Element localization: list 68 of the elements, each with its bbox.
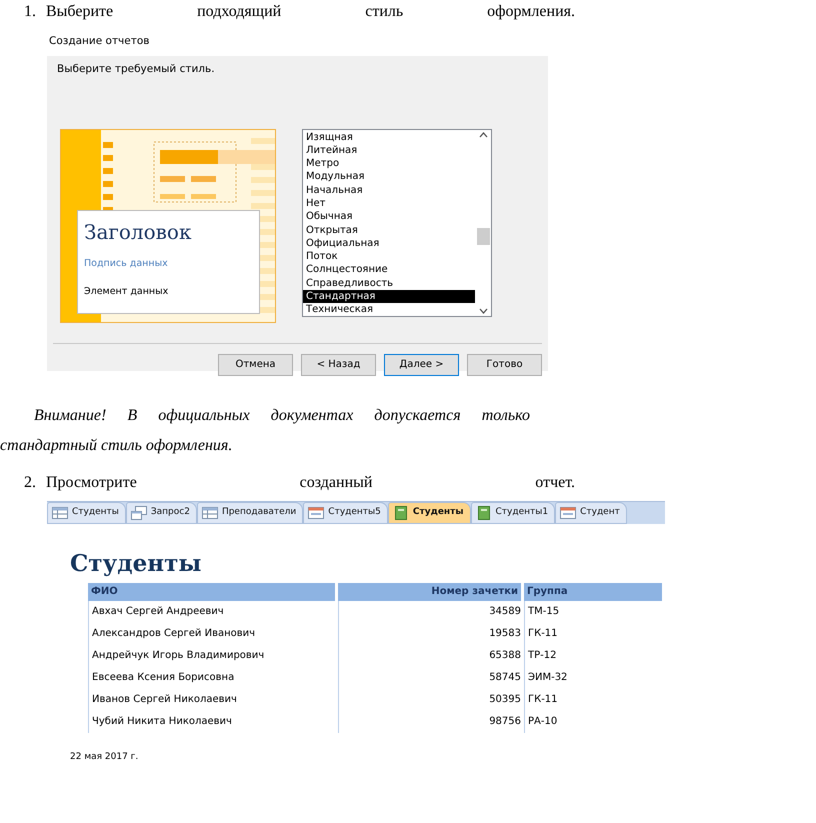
table-cell: 58745 xyxy=(338,666,524,689)
table-cell: 34589 xyxy=(338,600,524,623)
style-option[interactable]: Техническая xyxy=(303,303,475,316)
document-tab[interactable]: Студенты5 xyxy=(303,502,388,524)
column-header: ФИО xyxy=(88,582,338,601)
dialog-button[interactable]: < Назад xyxy=(301,354,376,376)
column-header: Группа xyxy=(524,582,665,601)
preview-data-item: Элемент данных xyxy=(84,284,170,299)
style-option[interactable]: Поток xyxy=(303,250,475,264)
warning-note: Внимание! В официальных документах допускается только стандартный стиль оформления. xyxy=(0,406,530,456)
style-option[interactable]: Нет xyxy=(303,196,475,210)
column-header: Номер зачетки xyxy=(338,582,524,601)
dialog-button[interactable]: Готово xyxy=(467,354,542,376)
table-cell: Александров Сергей Иванович xyxy=(88,622,338,645)
step-number: 1. xyxy=(24,2,37,22)
table-cell: Евсеева Ксения Борисовна xyxy=(88,666,338,689)
style-option[interactable]: Литейная xyxy=(303,144,475,158)
document-tab[interactable]: Преподаватели xyxy=(196,502,304,524)
table-icon xyxy=(202,506,218,520)
query-icon xyxy=(130,506,147,520)
table-cell: ЭИМ-32 xyxy=(524,666,665,689)
style-option[interactable]: Метро xyxy=(303,157,475,170)
report-title: Студенты xyxy=(70,550,202,578)
table-cell: Иванов Сергей Николаевич xyxy=(88,688,338,711)
style-option[interactable]: Модульная xyxy=(303,170,475,184)
scroll-thumb[interactable] xyxy=(476,228,490,244)
table-cell: Чубий Никита Николаевич xyxy=(88,710,338,733)
style-option[interactable]: Стандартная xyxy=(303,290,475,304)
scroll-down-icon[interactable] xyxy=(478,308,488,314)
dialog-title: Создание отчетов xyxy=(48,34,150,49)
table-cell: 65388 xyxy=(338,644,524,667)
form-icon xyxy=(308,506,324,520)
preview-caption: Подпись данных xyxy=(84,256,169,270)
scroll-up-icon[interactable] xyxy=(478,132,488,138)
step-number: 2. xyxy=(24,472,37,493)
style-option[interactable]: Официальная xyxy=(303,236,475,250)
preview-heading: Заголовок xyxy=(84,218,192,244)
document-tab[interactable]: Запрос2 xyxy=(126,502,197,524)
table-cell: ГК-11 xyxy=(524,622,665,645)
style-option[interactable]: Солнцестояние xyxy=(303,263,475,277)
table-cell: 50395 xyxy=(338,688,524,711)
form-icon xyxy=(560,506,576,520)
style-option[interactable]: Изящная xyxy=(303,130,475,144)
table-cell: ТМ-15 xyxy=(524,600,665,623)
table-cell: 19583 xyxy=(338,622,524,645)
table-cell: ТР-12 xyxy=(524,644,665,667)
style-option[interactable]: Обычная xyxy=(303,210,475,224)
table-cell: Авхач Сергей Андреевич xyxy=(88,600,338,623)
table-cell: ГК-11 xyxy=(524,688,665,711)
document-tab[interactable]: Студенты1 xyxy=(470,502,556,524)
table-icon xyxy=(52,506,68,520)
step-text: Просмотрите созданный отчет. xyxy=(46,472,575,493)
table-cell: РА-10 xyxy=(524,710,665,733)
dialog-button[interactable]: Далее > xyxy=(384,354,459,376)
style-option[interactable]: Открытая xyxy=(303,224,475,237)
report-date: 22 мая 2017 г. xyxy=(70,750,140,764)
table-cell: Андрейчук Игорь Владимирович xyxy=(88,644,338,667)
document-tab[interactable]: Студенты xyxy=(47,502,126,524)
dialog-button[interactable]: Отмена xyxy=(218,354,293,376)
document-tab[interactable]: Студент xyxy=(555,502,627,524)
style-option[interactable]: Начальная xyxy=(303,184,475,197)
table-cell: 98756 xyxy=(338,710,524,733)
dialog-prompt: Выберите требуемый стиль. xyxy=(56,62,216,77)
style-option[interactable]: Справедливость xyxy=(303,276,475,290)
step-text: Выберите подходящий стиль оформления. xyxy=(46,2,575,22)
document-tab[interactable]: Студенты xyxy=(388,502,471,524)
report-icon xyxy=(392,506,409,520)
report-icon xyxy=(476,506,492,520)
